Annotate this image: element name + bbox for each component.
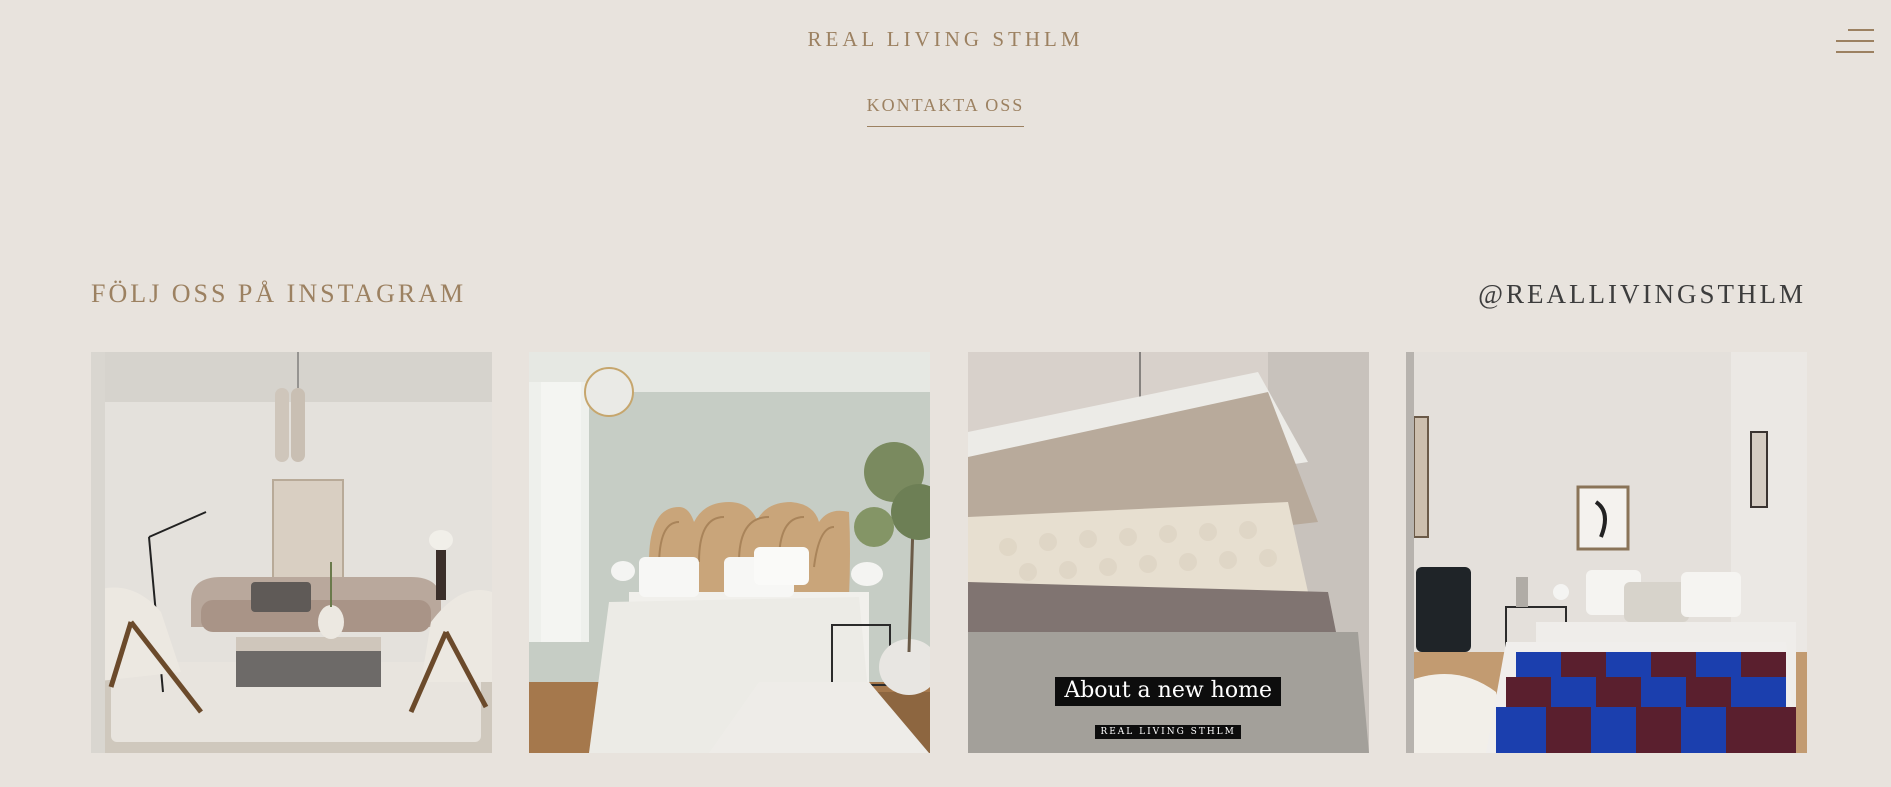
post-overlay-subtitle-wrapper: REAL LIVING STHLM (968, 719, 1369, 739)
menu-line-bottom (1836, 51, 1874, 53)
instagram-post-3[interactable]: About a new home REAL LIVING STHLM (967, 352, 1369, 753)
instagram-post-2[interactable] (529, 352, 931, 753)
post-overlay-subtitle: REAL LIVING STHLM (1095, 725, 1241, 739)
post-overlay-title-wrapper: About a new home (968, 677, 1369, 706)
checked-blanket-bedroom-photo (1405, 352, 1807, 753)
instagram-post-4[interactable] (1405, 352, 1807, 753)
brand-logo[interactable]: REAL LIVING STHLM (0, 27, 1891, 52)
post-overlay-title: About a new home (1055, 677, 1281, 706)
living-room-photo (91, 352, 492, 753)
menu-line-middle (1836, 40, 1874, 42)
instagram-section-title: FÖLJ OSS PÅ INSTAGRAM (91, 279, 467, 308)
menu-line-top (1848, 29, 1874, 31)
contact-link[interactable]: KONTAKTA OSS (866, 95, 1025, 127)
contact-link-wrapper: KONTAKTA OSS (0, 95, 1891, 127)
bedroom-photo (529, 352, 931, 753)
instagram-gallery: About a new home REAL LIVING STHLM (91, 352, 1807, 753)
instagram-post-1[interactable] (91, 352, 492, 753)
instagram-handle-link[interactable]: @REALLIVINGSTHLM (1478, 279, 1806, 310)
hamburger-menu-button[interactable] (1834, 27, 1874, 55)
